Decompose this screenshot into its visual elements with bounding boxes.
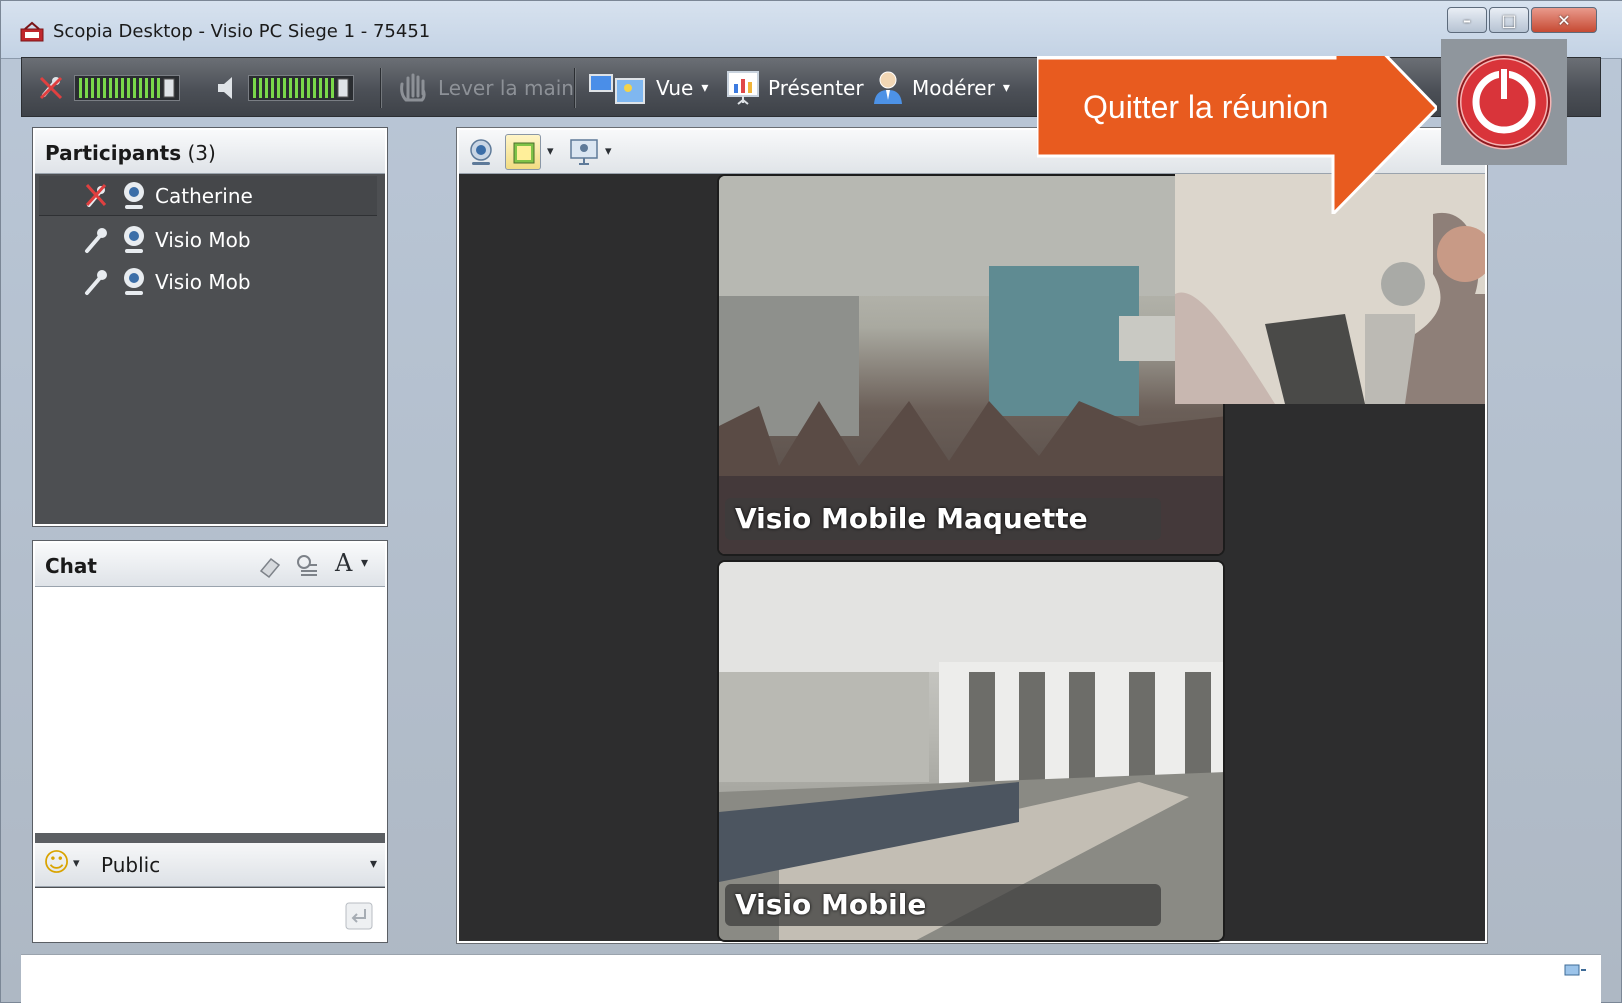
chat-panel: Chat A ▾ ☺ ▾ Public ▾ (33, 541, 387, 942)
speaker-icon (218, 77, 232, 99)
microphone-icon[interactable] (81, 267, 111, 297)
title-bar: Scopia Desktop - Visio PC Siege 1 - 7545… (1, 1, 1622, 59)
scopia-app-icon (20, 21, 44, 42)
view-menu-button[interactable]: Vue ▾ (588, 70, 708, 106)
participant-row[interactable]: Visio Mob (39, 220, 377, 260)
webcam-icon[interactable] (121, 181, 147, 211)
participant-name: Visio Mob (155, 270, 251, 294)
participant-name: Catherine (155, 183, 253, 208)
video-tile-label: Visio Mobile Maquette (725, 498, 1161, 540)
font-format-icon[interactable]: A (335, 549, 352, 577)
participants-header: Participants (3) (35, 130, 385, 174)
view-label: Vue (656, 76, 694, 100)
send-icon[interactable] (345, 902, 373, 930)
video-tile[interactable]: Visio Mobile (717, 560, 1225, 942)
maximize-icon: □ (1501, 10, 1517, 30)
chevron-down-icon[interactable]: ▾ (605, 144, 612, 159)
screen-share-icon[interactable] (569, 138, 599, 166)
chevron-down-icon: ▾ (701, 80, 709, 96)
video-panel: ▾ ▾ Visio Mobile Maquette Visio Mobile (457, 128, 1487, 943)
chat-history-icon[interactable] (295, 553, 321, 579)
maximize-button[interactable]: □ (1489, 7, 1529, 33)
layout-toggle-button[interactable] (505, 134, 541, 170)
speaker-level-meter[interactable] (248, 75, 354, 101)
chevron-down-icon: ▾ (1002, 80, 1010, 96)
chat-header: Chat A ▾ (35, 543, 385, 587)
eraser-icon[interactable] (257, 553, 283, 579)
view-layout-icon (589, 74, 645, 104)
self-view-icon[interactable] (467, 138, 495, 166)
chat-recipient-value: Public (101, 853, 161, 877)
participants-title: Participants (3) (45, 141, 216, 165)
window-controls: – □ ✕ (1447, 7, 1597, 33)
window-title: Scopia Desktop - Visio PC Siege 1 - 7545… (53, 21, 431, 42)
callout-arrow (1037, 56, 1437, 214)
close-icon: ✕ (1557, 10, 1571, 30)
toolbar-separator (380, 68, 381, 108)
participant-row[interactable]: Catherine (39, 176, 377, 216)
hand-icon (400, 73, 426, 102)
microphone-muted-icon (39, 76, 63, 100)
slider-handle-icon[interactable] (337, 78, 349, 98)
microphone-muted-icon[interactable] (81, 181, 111, 211)
moderator-icon (874, 71, 902, 104)
speaker-control[interactable] (214, 70, 354, 106)
layout-icon (513, 142, 535, 164)
participant-name: Visio Mob (155, 228, 251, 252)
chat-messages[interactable] (35, 587, 385, 833)
participants-panel: Participants (3) Catherine Visio Mob Vis… (33, 128, 387, 526)
present-button[interactable]: Présenter (726, 70, 864, 106)
microphone-level-meter[interactable] (74, 75, 180, 101)
moderate-label: Modérer (912, 76, 995, 100)
participants-title-label: Participants (45, 141, 182, 165)
raise-hand-button[interactable]: Lever la main (396, 70, 574, 106)
quit-meeting-button[interactable] (1441, 39, 1567, 165)
power-icon (1456, 54, 1552, 150)
video-tile[interactable]: Visio Mobile Maquette (717, 174, 1225, 556)
webcam-icon[interactable] (121, 267, 147, 297)
chevron-down-icon[interactable]: ▾ (547, 144, 554, 159)
raise-hand-label: Lever la main (438, 76, 574, 100)
minimize-button[interactable]: – (1447, 7, 1487, 33)
minimize-icon: – (1463, 10, 1471, 30)
emoji-icon[interactable]: ☺ (43, 848, 70, 878)
moderate-menu-button[interactable]: Modérer ▾ (872, 70, 1010, 106)
callout-label: Quitter la réunion (1083, 89, 1329, 125)
participants-count: (3) (187, 141, 216, 165)
microphone-control[interactable] (36, 70, 180, 106)
toolbar-separator (574, 68, 575, 108)
close-button[interactable]: ✕ (1531, 7, 1597, 33)
webcam-icon[interactable] (121, 225, 147, 255)
presentation-icon (727, 71, 759, 105)
chat-title: Chat (45, 554, 97, 578)
present-label: Présenter (768, 76, 864, 100)
status-bar (21, 954, 1601, 1003)
chat-title-label: Chat (45, 554, 97, 578)
app-window: Scopia Desktop - Visio PC Siege 1 - 7545… (0, 0, 1622, 1003)
network-status-icon (1564, 964, 1586, 976)
chat-recipient-select[interactable]: ☺ ▾ Public ▾ (35, 843, 385, 887)
chat-input[interactable] (35, 888, 385, 940)
slider-handle-icon[interactable] (163, 78, 175, 98)
chat-resize-handle[interactable] (35, 833, 385, 843)
video-tile-label: Visio Mobile (725, 884, 1161, 926)
chevron-down-icon[interactable]: ▾ (370, 856, 377, 872)
microphone-icon[interactable] (81, 225, 111, 255)
participant-row[interactable]: Visio Mob (39, 262, 377, 302)
chevron-down-icon[interactable]: ▾ (73, 856, 80, 871)
chevron-down-icon[interactable]: ▾ (361, 555, 368, 571)
